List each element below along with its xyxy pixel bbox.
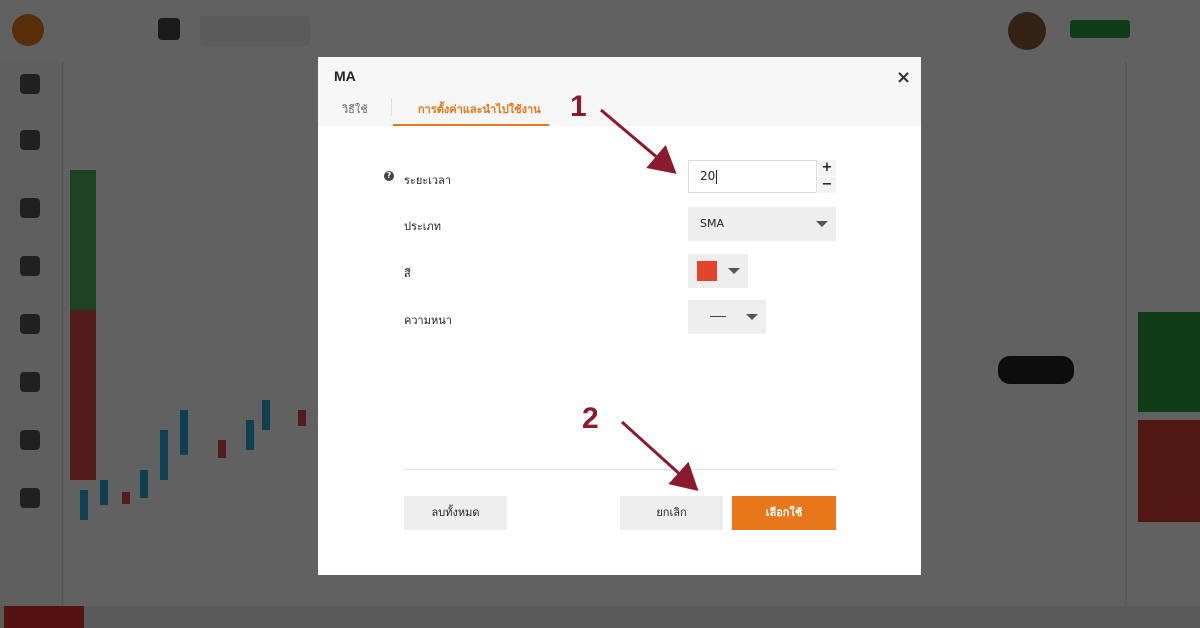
arrow-to-period-input bbox=[600, 108, 677, 174]
arrow-to-cancel-button bbox=[620, 420, 699, 492]
annotation-arrows bbox=[600, 108, 699, 492]
